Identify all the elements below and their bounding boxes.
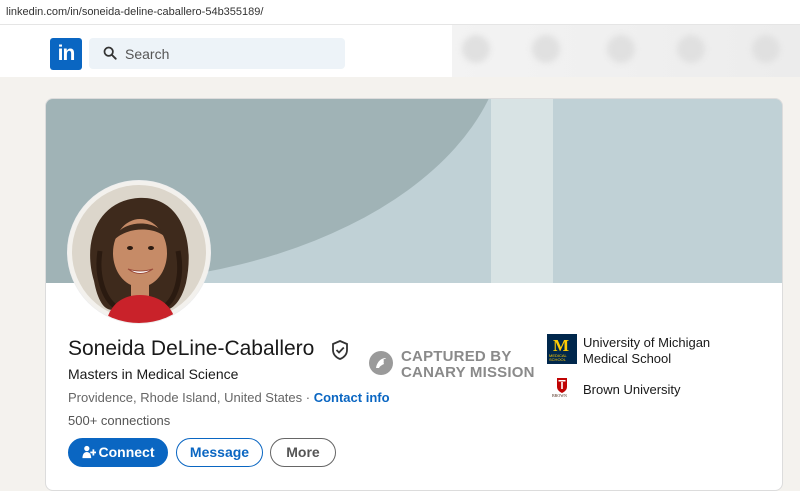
profile-location-line: Providence, Rhode Island, United States … <box>68 390 390 405</box>
contact-info-link[interactable]: Contact info <box>314 390 390 405</box>
brown-logo-caption: BROWN <box>552 393 567 398</box>
nav-icons-blurred <box>452 25 800 77</box>
education-umich-line2[interactable]: Medical School <box>583 351 710 367</box>
verification-shield-icon[interactable] <box>331 340 349 360</box>
banner-shape <box>491 99 553 283</box>
browser-address-bar[interactable]: linkedin.com/in/soneida-deline-caballero… <box>0 0 800 25</box>
profile-location: Providence, Rhode Island, United States <box>68 390 303 405</box>
avatar-illustration <box>68 181 210 323</box>
profile-headline: Masters in Medical Science <box>68 366 239 382</box>
connect-label[interactable]: Connect <box>99 444 155 460</box>
blurred-nav-icon <box>532 35 560 63</box>
profile-name: Soneida DeLine-Caballero <box>68 337 315 360</box>
banner-shape <box>553 99 782 283</box>
message-button[interactable]: Message <box>176 438 263 467</box>
blurred-nav-icon <box>752 35 780 63</box>
linkedin-logo[interactable]: in <box>50 38 82 70</box>
search-bar[interactable]: Search <box>89 38 345 69</box>
blurred-nav-icon <box>677 35 705 63</box>
umich-medical-school-logo[interactable]: M MEDICAL SCHOOL <box>547 334 577 364</box>
search-icon <box>103 46 117 60</box>
connect-button[interactable]: Connect <box>68 438 168 467</box>
connections-count[interactable]: 500+ connections <box>68 413 170 428</box>
blurred-nav-icon <box>462 35 490 63</box>
watermark-line1: CAPTURED BY <box>401 348 512 365</box>
watermark-text: CAPTURED BY CANARY MISSION <box>401 349 535 381</box>
education-brown[interactable]: Brown University <box>583 382 681 397</box>
blurred-nav-icon <box>607 35 635 63</box>
more-button[interactable]: More <box>270 438 336 467</box>
canary-mission-watermark-icon <box>369 351 393 375</box>
umich-logo-caption: MEDICAL SCHOOL <box>549 353 567 362</box>
profile-card: Soneida DeLine-Caballero Masters in Medi… <box>45 98 783 491</box>
education-umich[interactable]: University of Michigan Medical School <box>583 335 710 367</box>
separator: · <box>302 390 314 405</box>
add-person-icon <box>81 445 96 459</box>
watermark-line2: CANARY MISSION <box>401 364 535 381</box>
education-umich-line1[interactable]: University of Michigan <box>583 335 710 351</box>
url-text[interactable]: linkedin.com/in/soneida-deline-caballero… <box>6 6 263 18</box>
search-placeholder[interactable]: Search <box>125 46 169 62</box>
profile-photo[interactable] <box>68 181 210 323</box>
